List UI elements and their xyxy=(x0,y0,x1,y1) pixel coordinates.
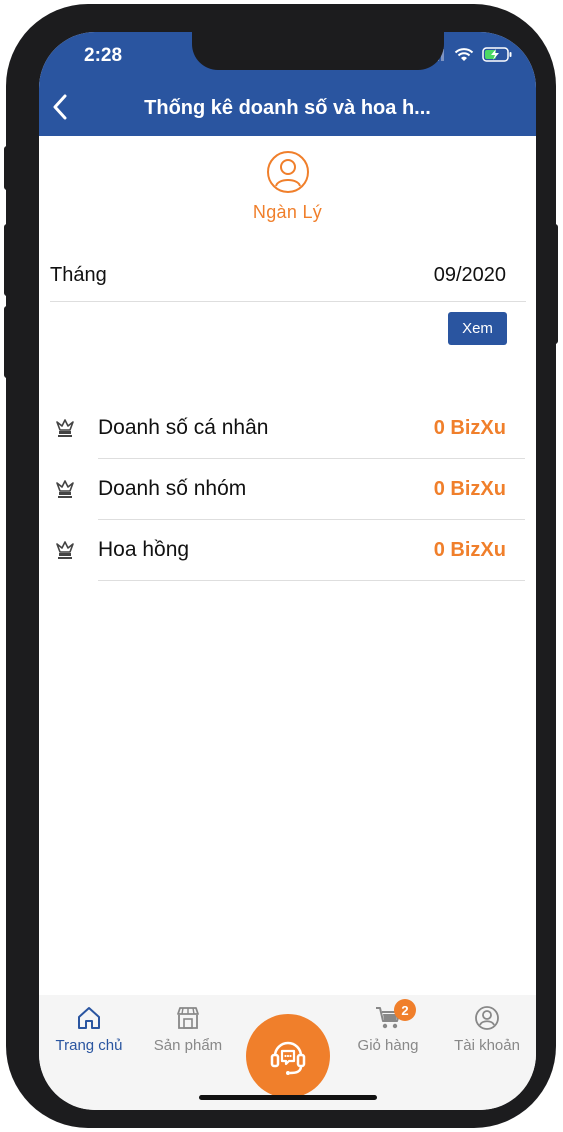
tab-label: Trang chủ xyxy=(55,1037,123,1054)
stat-row-personal-sales: Doanh số cá nhân 0 BizXu xyxy=(39,398,536,459)
home-indicator xyxy=(199,1095,377,1100)
stat-label: Hoa hồng xyxy=(98,538,190,561)
crown-icon xyxy=(56,419,74,437)
tab-home[interactable]: Trang chủ xyxy=(41,1005,137,1054)
crown-icon xyxy=(56,480,74,498)
support-button[interactable] xyxy=(246,1014,330,1098)
user-profile: Ngàn Lý xyxy=(39,150,536,223)
stat-value: 0 BizXu xyxy=(433,417,506,439)
notch xyxy=(192,32,444,70)
tab-label: Sản phẩm xyxy=(153,1037,223,1054)
store-icon xyxy=(177,1007,199,1029)
wifi-icon xyxy=(454,48,474,61)
stat-label: Doanh số cá nhân xyxy=(98,416,269,439)
stat-value: 0 BizXu xyxy=(433,539,506,561)
page-title: Thống kê doanh số và hoa h... xyxy=(144,97,431,119)
stat-row-group-sales: Doanh số nhóm 0 BizXu xyxy=(39,459,536,520)
user-circle-icon xyxy=(475,1006,499,1030)
tab-account[interactable]: Tài khoản xyxy=(439,1005,535,1054)
tab-products[interactable]: Sản phẩm xyxy=(140,1005,236,1054)
stat-value: 0 BizXu xyxy=(433,478,506,500)
tab-cart[interactable]: 2 Giỏ hàng xyxy=(340,999,436,1054)
tab-label: Giỏ hàng xyxy=(357,1037,419,1054)
user-name: Ngàn Lý xyxy=(252,202,323,222)
stat-label: Doanh số nhóm xyxy=(98,477,247,500)
app-screen: 2:28 Thống kê doanh số và hoa h... Ngàn … xyxy=(39,32,536,1110)
month-label: Tháng xyxy=(50,264,107,286)
battery-charging-icon xyxy=(482,47,512,62)
crown-icon xyxy=(56,541,74,559)
stats-list: Doanh số cá nhân 0 BizXu Doanh số nhóm 0… xyxy=(39,398,536,581)
status-time: 2:28 xyxy=(84,45,123,66)
home-icon xyxy=(78,1007,100,1029)
headset-support-icon xyxy=(270,1041,306,1075)
view-button[interactable]: Xem xyxy=(448,312,507,345)
tab-label: Tài khoản xyxy=(454,1037,520,1054)
phone-frame: 2:28 Thống kê doanh số và hoa h... Ngàn … xyxy=(6,4,556,1128)
chevron-left-icon xyxy=(53,94,67,120)
back-button[interactable] xyxy=(45,90,75,124)
month-value[interactable]: 09/2020 xyxy=(434,264,526,287)
divider xyxy=(98,580,525,581)
month-selector[interactable]: Tháng 09/2020 xyxy=(50,250,526,302)
cart-badge: 2 xyxy=(394,999,416,1021)
user-avatar-icon xyxy=(266,151,309,193)
stat-row-commission: Hoa hồng 0 BizXu xyxy=(39,520,536,581)
